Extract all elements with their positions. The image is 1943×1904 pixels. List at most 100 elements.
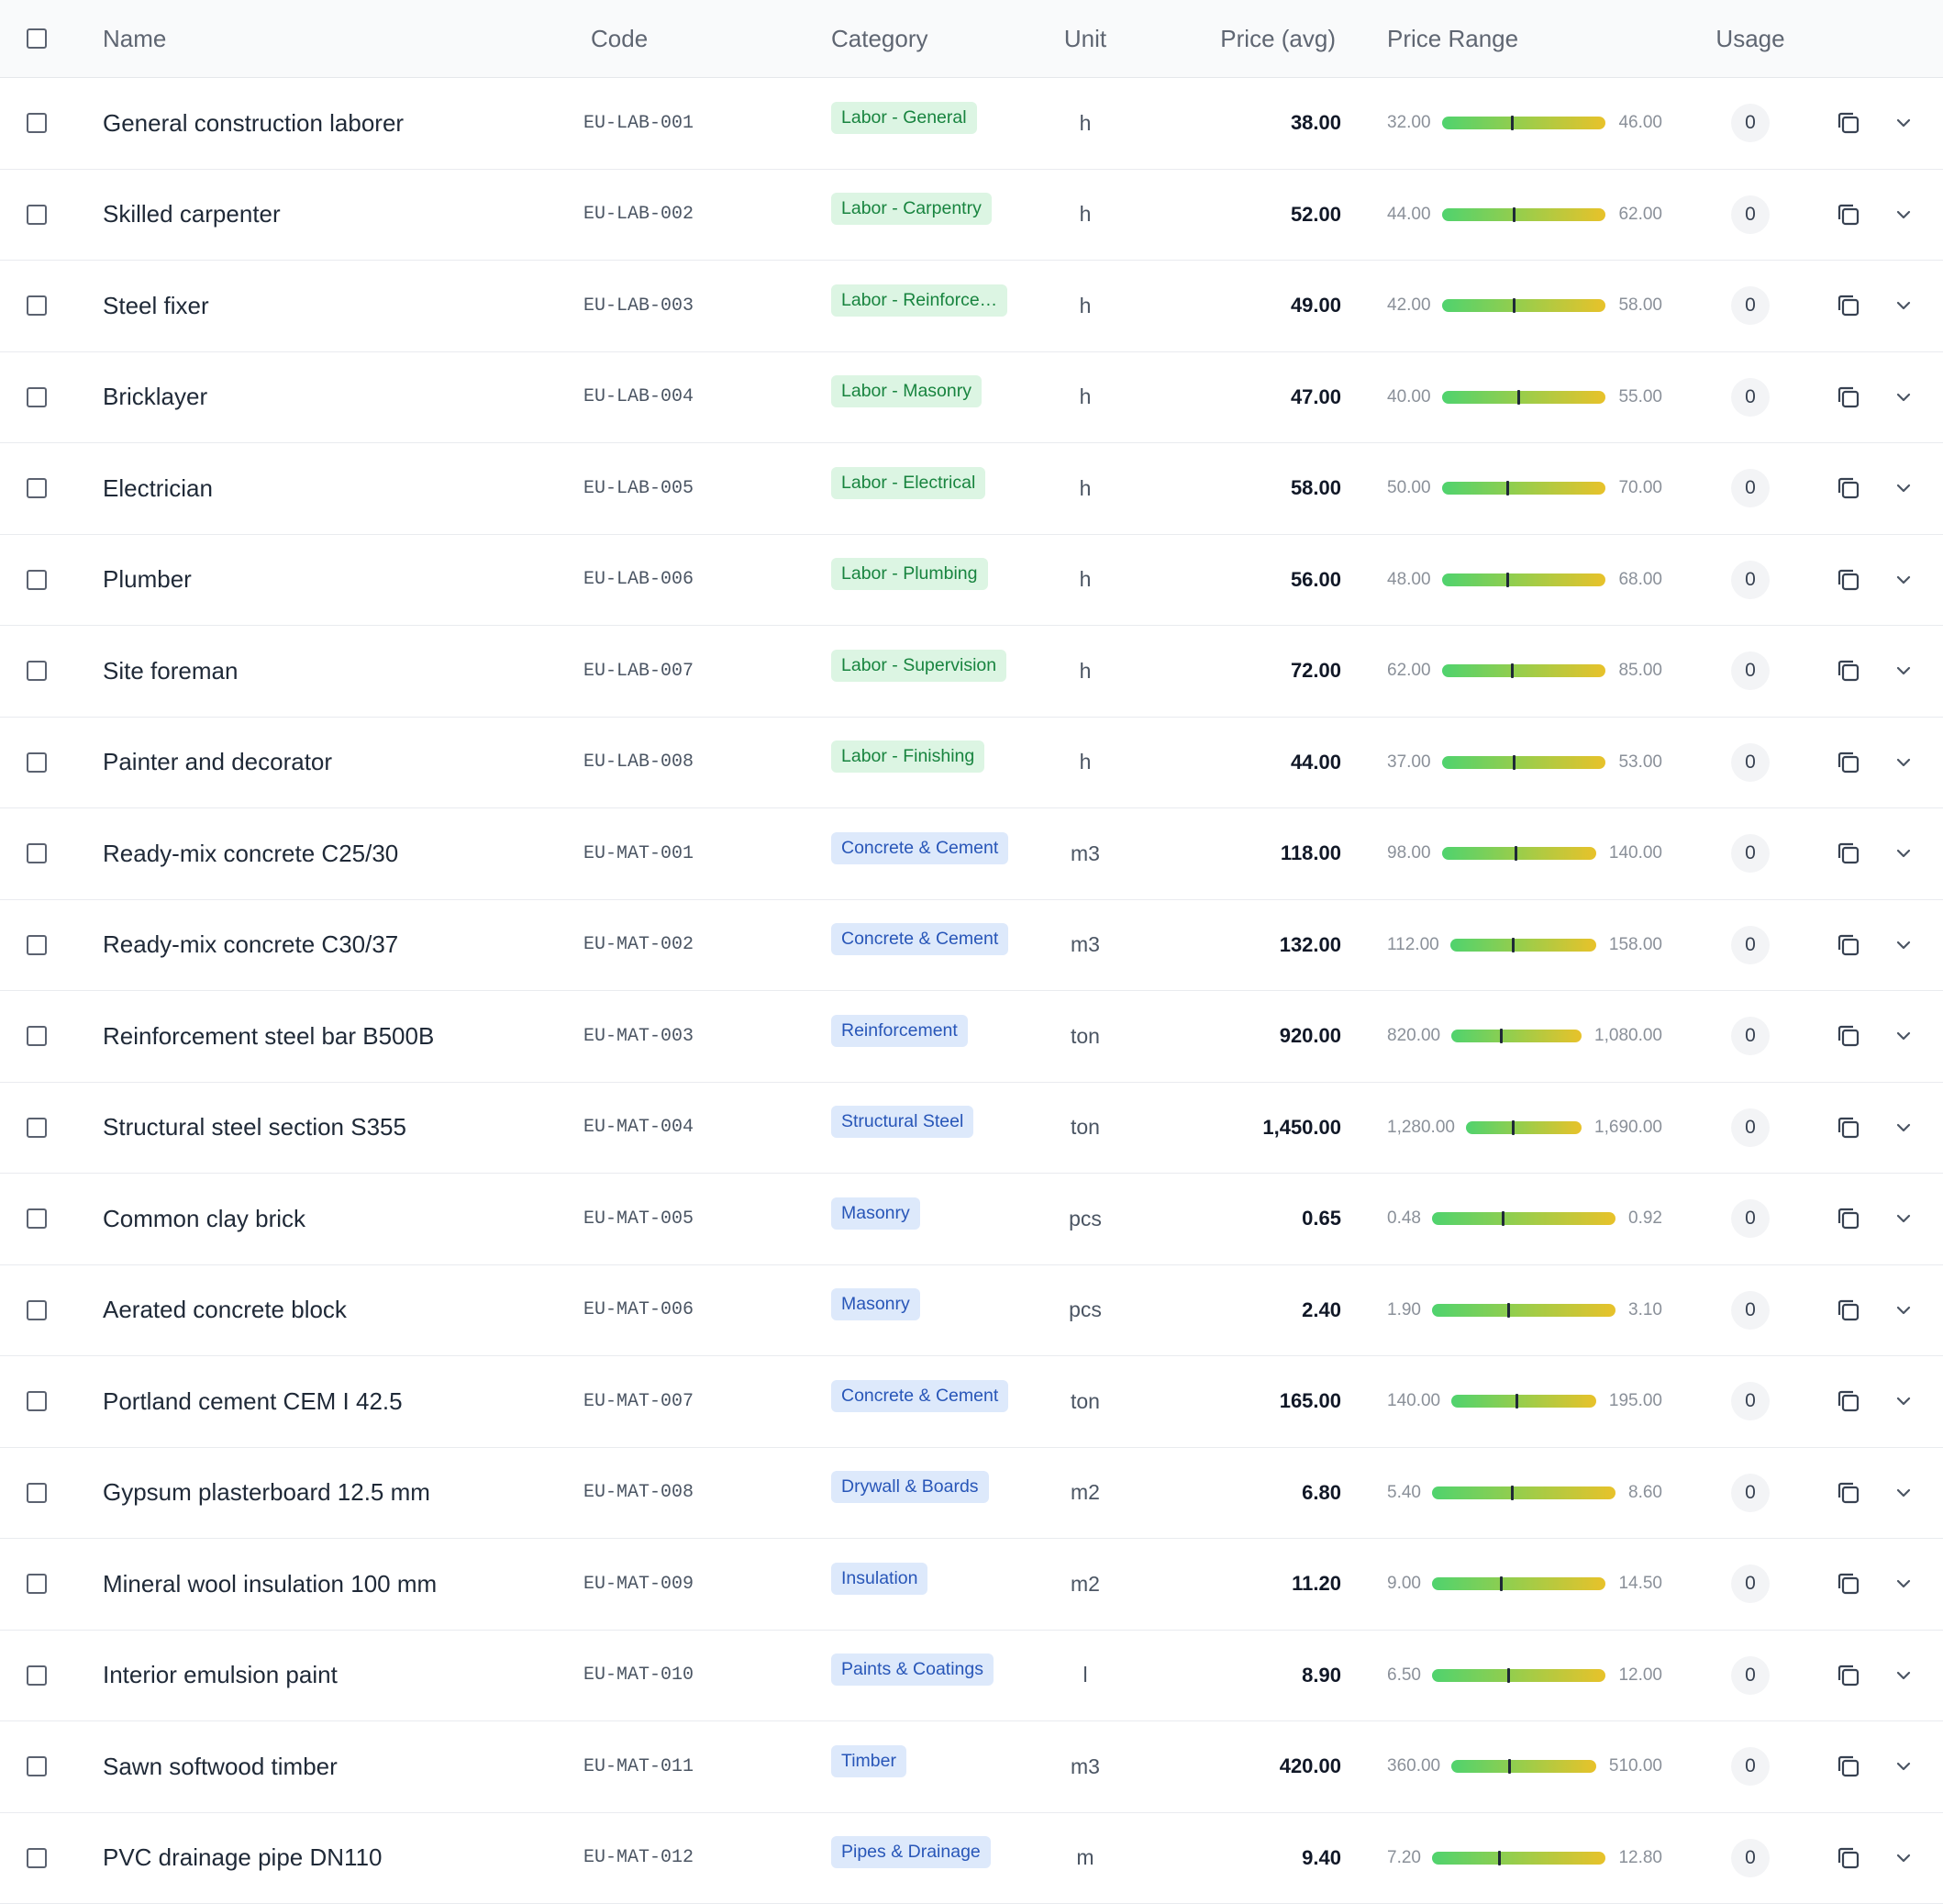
column-header-code[interactable]: Code: [591, 0, 648, 77]
row-checkbox[interactable]: [27, 1026, 47, 1046]
price-range-min: 62.00: [1387, 661, 1431, 681]
chevron-down-icon[interactable]: [1893, 113, 1914, 133]
chevron-down-icon[interactable]: [1893, 1118, 1914, 1138]
copy-icon[interactable]: [1835, 840, 1862, 867]
chevron-down-icon[interactable]: [1893, 478, 1914, 498]
table-row[interactable]: Painter and decorator EU-LAB-008 Labor -…: [0, 718, 1943, 809]
chevron-down-icon[interactable]: [1893, 1391, 1914, 1411]
column-header-usage[interactable]: Usage: [1714, 0, 1787, 77]
chevron-down-icon[interactable]: [1893, 752, 1914, 773]
table-row[interactable]: Interior emulsion paint EU-MAT-010 Paint…: [0, 1631, 1943, 1722]
column-header-category[interactable]: Category: [831, 0, 928, 77]
copy-icon[interactable]: [1835, 566, 1862, 594]
table-row[interactable]: General construction laborer EU-LAB-001 …: [0, 78, 1943, 170]
copy-icon[interactable]: [1835, 1297, 1862, 1324]
row-checkbox[interactable]: [27, 113, 47, 133]
table-row[interactable]: PVC drainage pipe DN110 EU-MAT-012 Pipes…: [0, 1813, 1943, 1904]
row-checkbox[interactable]: [27, 478, 47, 498]
table-row[interactable]: Aerated concrete block EU-MAT-006 Masonr…: [0, 1265, 1943, 1357]
chevron-down-icon[interactable]: [1893, 1665, 1914, 1686]
copy-icon[interactable]: [1835, 1844, 1862, 1872]
copy-icon[interactable]: [1835, 292, 1862, 319]
copy-icon[interactable]: [1835, 1570, 1862, 1598]
chevron-down-icon[interactable]: [1893, 1026, 1914, 1046]
chevron-down-icon[interactable]: [1893, 935, 1914, 955]
row-checkbox[interactable]: [27, 387, 47, 407]
chevron-down-icon[interactable]: [1893, 1300, 1914, 1320]
chevron-down-icon[interactable]: [1893, 295, 1914, 316]
table-row[interactable]: Reinforcement steel bar B500B EU-MAT-003…: [0, 991, 1943, 1083]
item-code: EU-LAB-006: [583, 535, 785, 626]
table-row[interactable]: Structural steel section S355 EU-MAT-004…: [0, 1083, 1943, 1175]
price-range-min: 98.00: [1387, 843, 1431, 863]
column-header-name[interactable]: Name: [103, 0, 166, 77]
row-checkbox[interactable]: [27, 843, 47, 863]
row-checkbox[interactable]: [27, 752, 47, 773]
row-checkbox[interactable]: [27, 1483, 47, 1503]
usage-cell: 0: [1730, 1174, 1771, 1264]
row-checkbox[interactable]: [27, 1118, 47, 1138]
price-range: 1.90 3.10: [1387, 1300, 1662, 1320]
row-checkbox[interactable]: [27, 1848, 47, 1868]
category-cell: Masonry: [831, 1265, 1033, 1356]
chevron-down-icon[interactable]: [1893, 1848, 1914, 1868]
row-checkbox[interactable]: [27, 1300, 47, 1320]
table-row[interactable]: Sawn softwood timber EU-MAT-011 Timber m…: [0, 1721, 1943, 1813]
copy-icon[interactable]: [1835, 201, 1862, 228]
category-badge: Labor - Electrical: [831, 467, 985, 499]
copy-cell: [1833, 1631, 1864, 1721]
copy-icon[interactable]: [1835, 1114, 1862, 1141]
chevron-down-icon[interactable]: [1893, 1483, 1914, 1503]
price-items-table: Name Code Category Unit Price (avg) Pric…: [0, 0, 1943, 1904]
copy-icon[interactable]: [1835, 474, 1862, 502]
copy-icon[interactable]: [1835, 1753, 1862, 1780]
chevron-down-icon[interactable]: [1893, 843, 1914, 863]
table-row[interactable]: Mineral wool insulation 100 mm EU-MAT-00…: [0, 1539, 1943, 1631]
usage-cell: 0: [1730, 626, 1771, 717]
chevron-down-icon[interactable]: [1893, 661, 1914, 681]
row-checkbox[interactable]: [27, 935, 47, 955]
table-row[interactable]: Bricklayer EU-LAB-004 Labor - Masonry h …: [0, 352, 1943, 444]
copy-icon[interactable]: [1835, 1662, 1862, 1689]
copy-icon[interactable]: [1835, 109, 1862, 137]
select-all-checkbox[interactable]: [27, 28, 47, 49]
table-row[interactable]: Portland cement CEM I 42.5 EU-MAT-007 Co…: [0, 1356, 1943, 1448]
row-checkbox[interactable]: [27, 1391, 47, 1411]
expand-cell: [1890, 1448, 1917, 1539]
table-row[interactable]: Common clay brick EU-MAT-005 Masonry pcs…: [0, 1174, 1943, 1265]
copy-icon[interactable]: [1835, 1205, 1862, 1232]
chevron-down-icon[interactable]: [1893, 1756, 1914, 1776]
row-checkbox[interactable]: [27, 205, 47, 225]
chevron-down-icon[interactable]: [1893, 387, 1914, 407]
copy-icon[interactable]: [1835, 657, 1862, 685]
copy-icon[interactable]: [1835, 931, 1862, 959]
row-checkbox[interactable]: [27, 295, 47, 316]
row-checkbox[interactable]: [27, 1756, 47, 1776]
row-checkbox[interactable]: [27, 1665, 47, 1686]
row-checkbox[interactable]: [27, 1208, 47, 1229]
row-checkbox[interactable]: [27, 661, 47, 681]
table-row[interactable]: Gypsum plasterboard 12.5 mm EU-MAT-008 D…: [0, 1448, 1943, 1540]
chevron-down-icon[interactable]: [1893, 1574, 1914, 1594]
chevron-down-icon[interactable]: [1893, 1208, 1914, 1229]
table-row[interactable]: Plumber EU-LAB-006 Labor - Plumbing h 56…: [0, 535, 1943, 627]
table-row[interactable]: Ready-mix concrete C30/37 EU-MAT-002 Con…: [0, 900, 1943, 992]
item-price-avg: 6.80: [1193, 1448, 1341, 1539]
copy-icon[interactable]: [1835, 1479, 1862, 1507]
column-header-price[interactable]: Price (avg): [1193, 0, 1336, 77]
table-row[interactable]: Steel fixer EU-LAB-003 Labor - Reinforce…: [0, 261, 1943, 352]
column-header-unit[interactable]: Unit: [1027, 0, 1143, 77]
chevron-down-icon[interactable]: [1893, 570, 1914, 590]
table-row[interactable]: Ready-mix concrete C25/30 EU-MAT-001 Con…: [0, 808, 1943, 900]
chevron-down-icon[interactable]: [1893, 205, 1914, 225]
copy-icon[interactable]: [1835, 749, 1862, 776]
row-checkbox[interactable]: [27, 570, 47, 590]
copy-icon[interactable]: [1835, 1022, 1862, 1050]
copy-icon[interactable]: [1835, 1387, 1862, 1415]
table-row[interactable]: Electrician EU-LAB-005 Labor - Electrica…: [0, 443, 1943, 535]
row-checkbox[interactable]: [27, 1574, 47, 1594]
table-row[interactable]: Site foreman EU-LAB-007 Labor - Supervis…: [0, 626, 1943, 718]
copy-icon[interactable]: [1835, 384, 1862, 411]
table-row[interactable]: Skilled carpenter EU-LAB-002 Labor - Car…: [0, 170, 1943, 262]
expand-cell: [1890, 1721, 1917, 1812]
